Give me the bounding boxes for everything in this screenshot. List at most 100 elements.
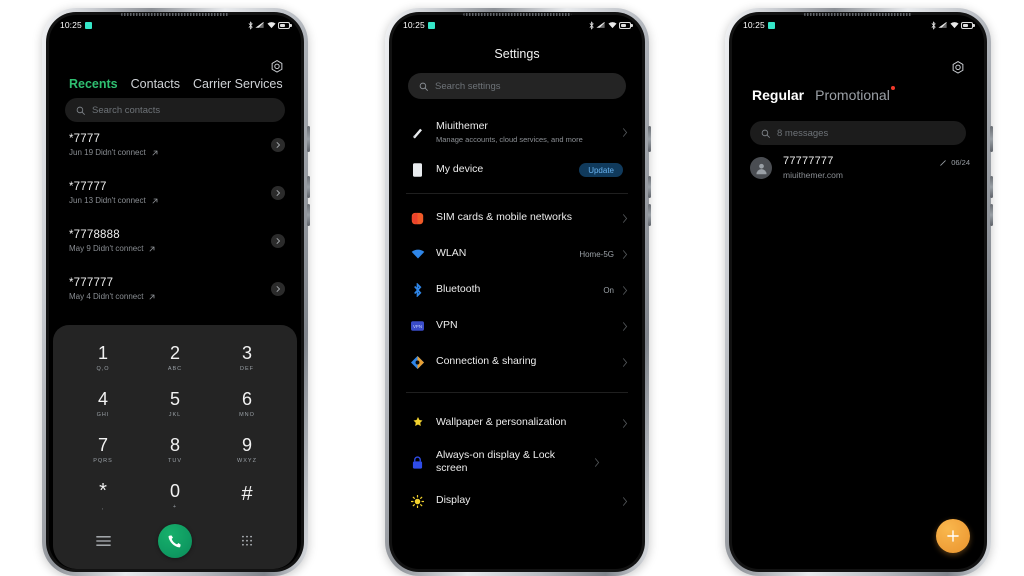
settings-item-label: Bluetooth xyxy=(436,283,481,296)
dialpad-key-7[interactable]: 7 PQRS xyxy=(67,429,139,471)
settings-item-label: My device xyxy=(436,163,484,176)
key-digit: 9 xyxy=(241,435,252,455)
dialpad-key-5[interactable]: 5 JKL xyxy=(139,383,211,425)
dialpad-key-9[interactable]: 9 WXYZ xyxy=(211,429,283,471)
message-snippet: miuithemer.com xyxy=(783,170,843,180)
settings-item-connection-sharing[interactable]: Connection & sharing xyxy=(392,344,642,380)
power-button[interactable] xyxy=(307,126,310,152)
dialpad-key-2[interactable]: 2 ABC xyxy=(139,337,211,379)
hamburger-menu-icon[interactable] xyxy=(95,535,111,547)
call-number: *7778888 xyxy=(69,229,120,241)
key-letters: + xyxy=(172,504,178,510)
call-detail-chevron[interactable] xyxy=(271,282,285,296)
tab-carrier-services[interactable]: Carrier Services xyxy=(193,77,283,91)
message-meta: 06/24 xyxy=(939,158,970,167)
key-letters: ABC xyxy=(167,366,183,372)
dialpad-key-3[interactable]: 3 DEF xyxy=(211,337,283,379)
unread-dot-badge xyxy=(890,86,895,90)
key-digit: 8 xyxy=(169,435,180,455)
tab-recents[interactable]: Recents xyxy=(69,77,118,91)
settings-item-bluetooth[interactable]: Bluetooth On xyxy=(392,272,642,308)
key-letters: , xyxy=(101,505,105,511)
list-item[interactable]: 77777777 miuithemer.com 06/24 xyxy=(732,155,984,199)
lock-icon xyxy=(410,455,425,469)
key-letters: GHI xyxy=(96,412,110,418)
dialpad-key-4[interactable]: 4 GHI xyxy=(67,383,139,425)
settings-gear-icon[interactable] xyxy=(269,59,285,75)
settings-item-wlan[interactable]: WLAN Home-5G xyxy=(392,236,642,272)
phone-device-messages: 10:25 Regular Promotional 8 messages 777… xyxy=(725,8,993,576)
search-contacts-input[interactable]: Search contacts xyxy=(65,98,285,122)
dialpad-key-0[interactable]: 0 + xyxy=(139,475,211,517)
vpn-icon: VPN xyxy=(410,321,425,331)
svg-text:VPN: VPN xyxy=(413,324,422,329)
wifi-icon xyxy=(410,248,425,260)
settings-item-account[interactable]: Miuithemer Manage accounts, cloud servic… xyxy=(392,111,642,153)
table-row[interactable]: *777777 May 4 Didn't connect xyxy=(49,265,301,313)
settings-item-sim-cards[interactable]: SIM cards & mobile networks xyxy=(392,200,642,236)
call-button[interactable] xyxy=(158,524,192,558)
keypad-grid-icon[interactable] xyxy=(241,535,253,548)
volume-up-button[interactable] xyxy=(307,176,310,198)
volume-up-button[interactable] xyxy=(648,176,651,198)
update-badge[interactable]: Update xyxy=(579,163,623,177)
search-settings-input[interactable]: Search settings xyxy=(408,73,626,99)
table-row[interactable]: *7777 Jun 19 Didn't connect xyxy=(49,121,301,169)
call-detail-chevron[interactable] xyxy=(271,138,285,152)
settings-item-always-on-display[interactable]: Always-on display & Lock screen xyxy=(392,441,642,483)
search-messages-input[interactable]: 8 messages xyxy=(750,121,966,145)
settings-item-label: Miuithemer Manage accounts, cloud servic… xyxy=(425,120,621,145)
status-clock: 10:25 xyxy=(60,20,82,30)
call-detail-chevron[interactable] xyxy=(271,234,285,248)
volume-up-button[interactable] xyxy=(990,176,993,198)
key-digit: 0 xyxy=(169,481,180,501)
call-detail-chevron[interactable] xyxy=(271,186,285,200)
volume-down-button[interactable] xyxy=(648,204,651,226)
plus-icon xyxy=(947,530,959,542)
dialpad-key-6[interactable]: 6 MNO xyxy=(211,383,283,425)
bluetooth-icon xyxy=(248,20,253,30)
settings-item-vpn[interactable]: VPN VPN xyxy=(392,308,642,344)
dialpad-key-hash[interactable]: # xyxy=(211,475,283,517)
power-button[interactable] xyxy=(990,126,993,152)
status-bar: 10:25 xyxy=(392,15,642,35)
sim-card-icon xyxy=(410,212,425,225)
settings-item-label: Connection & sharing xyxy=(436,355,537,368)
call-detail-text: May 4 Didn't connect xyxy=(69,292,144,301)
key-digit: 2 xyxy=(169,343,180,363)
outgoing-arrow-icon xyxy=(152,150,158,155)
messages-tabs: Regular Promotional xyxy=(752,86,968,103)
settings-item-value: On xyxy=(603,285,614,295)
dialpad-key-8[interactable]: 8 TUV xyxy=(139,429,211,471)
dialpad-key-1[interactable]: 1 Q,O xyxy=(67,337,139,379)
settings-item-display[interactable]: Display xyxy=(392,483,642,519)
dialpad-key-star[interactable]: *, xyxy=(67,475,139,517)
connection-sharing-icon xyxy=(410,355,425,369)
page-title: Settings xyxy=(494,47,540,61)
settings-item-label: Display xyxy=(436,494,471,507)
tab-contacts[interactable]: Contacts xyxy=(131,77,180,91)
dialpad-keys: 1 Q,O 2 ABC 3 DEF 4 GHI 5 JKL 6 MNO 7 PQRS 8 TUV… xyxy=(67,337,283,517)
table-row[interactable]: *77777 Jun 13 Didn't connect xyxy=(49,169,301,217)
volume-down-button[interactable] xyxy=(307,204,310,226)
outgoing-arrow-icon xyxy=(150,246,155,251)
power-button[interactable] xyxy=(648,126,651,152)
settings-gear-icon[interactable] xyxy=(950,60,966,76)
wallpaper-icon xyxy=(410,417,425,429)
person-avatar-icon xyxy=(750,157,772,179)
settings-item-value: Home-5G xyxy=(579,249,614,259)
chevron-right-icon xyxy=(622,418,628,428)
signal-icon xyxy=(255,21,264,28)
battery-icon xyxy=(619,21,633,29)
dialer-tabs: Recents Contacts Carrier Services xyxy=(49,77,301,91)
tab-promotional[interactable]: Promotional xyxy=(815,86,895,103)
tab-regular[interactable]: Regular xyxy=(752,87,804,103)
list-divider xyxy=(406,392,628,393)
settings-item-my-device[interactable]: My device Update xyxy=(392,153,642,187)
table-row[interactable]: *7778888 May 9 Didn't connect xyxy=(49,217,301,265)
phone2-screen: 10:25 Settings Search settings Miuitheme… xyxy=(392,15,642,569)
volume-down-button[interactable] xyxy=(990,204,993,226)
new-message-fab-button[interactable] xyxy=(936,519,970,553)
settings-item-wallpaper[interactable]: Wallpaper & personalization xyxy=(392,405,642,441)
key-letters: DEF xyxy=(240,366,254,372)
